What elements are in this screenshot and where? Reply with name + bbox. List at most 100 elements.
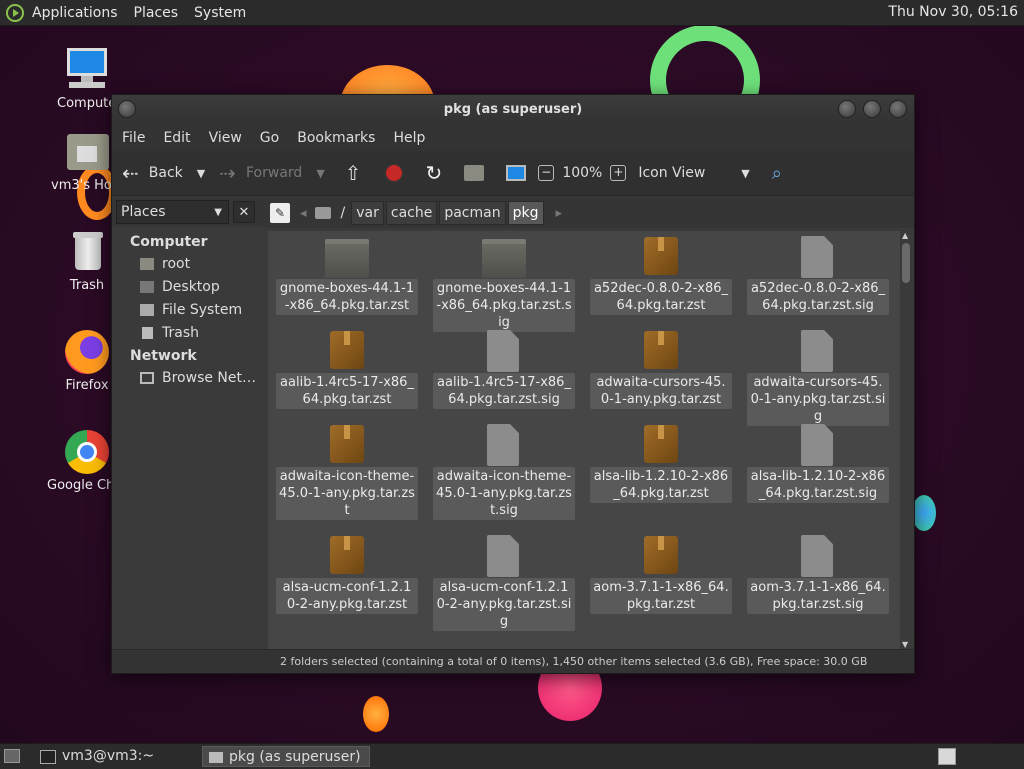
package-icon bbox=[590, 423, 732, 467]
scrollbar[interactable]: ▲ ▼ bbox=[900, 231, 912, 649]
breadcrumb-root[interactable]: / bbox=[337, 202, 350, 224]
trash-icon bbox=[63, 228, 111, 276]
taskbar-item-label: pkg (as superuser) bbox=[229, 749, 361, 765]
sidebar-item-trash[interactable]: Trash bbox=[112, 322, 266, 345]
up-button[interactable]: ⇧ bbox=[345, 161, 362, 185]
back-button[interactable]: ⇠ Back bbox=[122, 157, 183, 189]
computer-button[interactable] bbox=[506, 165, 527, 181]
scrollbar-thumb[interactable] bbox=[902, 243, 910, 283]
zoom-in-button[interactable]: + bbox=[610, 165, 627, 181]
stop-button[interactable] bbox=[383, 163, 404, 183]
file-item[interactable]: gnome-boxes-44.1-1-x86_64.pkg.tar.zst.si… bbox=[433, 235, 575, 332]
file-item-label: alsa-ucm-conf-1.2.10-2-any.pkg.tar.zst bbox=[276, 578, 418, 614]
document-icon bbox=[747, 329, 889, 373]
back-label: Back bbox=[148, 165, 183, 181]
file-item[interactable]: adwaita-icon-theme-45.0-1-any.pkg.tar.zs… bbox=[276, 423, 418, 520]
file-item[interactable]: gnome-boxes-44.1-1-x86_64.pkg.tar.zst bbox=[276, 235, 418, 315]
clock[interactable]: Thu Nov 30, 05:16 bbox=[888, 4, 1018, 20]
breadcrumb-pacman[interactable]: pacman bbox=[439, 201, 506, 225]
taskbar-item-file-manager[interactable]: pkg (as superuser) bbox=[202, 746, 370, 767]
window-titlebar[interactable]: pkg (as superuser) bbox=[112, 95, 914, 125]
sidebar-item-filesystem[interactable]: File System bbox=[112, 299, 266, 322]
sidebar-item-browse-network[interactable]: Browse Net… bbox=[112, 367, 266, 390]
close-button[interactable] bbox=[889, 100, 907, 118]
back-history-dropdown[interactable]: ▼ bbox=[197, 167, 205, 180]
sidebar-item-root[interactable]: root bbox=[112, 253, 266, 276]
desktop-icon-label: Google Chrome bbox=[47, 478, 113, 493]
arrow-left-icon: ⇠ bbox=[122, 161, 139, 185]
file-item[interactable]: alsa-ucm-conf-1.2.10-2-any.pkg.tar.zst bbox=[276, 534, 418, 614]
workspace-switcher[interactable] bbox=[938, 748, 956, 765]
package-icon bbox=[590, 329, 732, 373]
sidebar-close-button[interactable]: ✕ bbox=[233, 201, 255, 223]
menu-file[interactable]: File bbox=[116, 130, 157, 146]
document-icon bbox=[433, 423, 575, 467]
path-scroll-left[interactable]: ◂ bbox=[300, 206, 307, 221]
sidebar-item-desktop[interactable]: Desktop bbox=[112, 276, 266, 299]
menu-edit[interactable]: Edit bbox=[157, 130, 202, 146]
document-icon bbox=[747, 423, 889, 467]
taskbar-item-terminal[interactable]: vm3@vm3:~ bbox=[36, 746, 198, 767]
window-title: pkg (as superuser) bbox=[443, 102, 583, 117]
file-item[interactable]: aom-3.7.1-1-x86_64.pkg.tar.zst.sig bbox=[747, 534, 889, 614]
file-item[interactable]: aalib-1.4rc5-17-x86_64.pkg.tar.zst.sig bbox=[433, 329, 575, 409]
sidebar-section-network: Network bbox=[130, 348, 197, 364]
desktop-folder-icon bbox=[140, 281, 154, 293]
breadcrumb-var[interactable]: var bbox=[351, 201, 384, 225]
sidebar-item-label: root bbox=[162, 256, 191, 272]
file-item[interactable]: a52dec-0.8.0-2-x86_64.pkg.tar.zst.sig bbox=[747, 235, 889, 315]
edit-location-button[interactable]: ✎ bbox=[270, 203, 290, 223]
scroll-up-arrow[interactable]: ▲ bbox=[902, 231, 908, 240]
chrome-icon bbox=[63, 428, 111, 476]
home-button[interactable] bbox=[464, 165, 485, 181]
bottom-panel: vm3@vm3:~ pkg (as superuser) bbox=[0, 743, 1024, 769]
forward-button[interactable]: ⇢ Forward bbox=[219, 157, 302, 189]
minimize-button[interactable] bbox=[838, 100, 856, 118]
terminal-icon bbox=[40, 750, 56, 764]
menu-go[interactable]: Go bbox=[254, 130, 291, 146]
file-item[interactable]: aalib-1.4rc5-17-x86_64.pkg.tar.zst bbox=[276, 329, 418, 409]
zoom-out-button[interactable]: − bbox=[538, 165, 555, 181]
decor-blue-blob bbox=[912, 495, 936, 531]
file-icon-view[interactable]: gnome-boxes-44.1-1-x86_64.pkg.tar.zst gno… bbox=[268, 231, 908, 649]
path-scroll-right[interactable]: ▸ bbox=[556, 206, 563, 221]
computer-icon bbox=[63, 46, 111, 94]
document-icon bbox=[433, 534, 575, 578]
sidebar-type-select[interactable]: Places ▼ bbox=[116, 200, 229, 224]
file-item[interactable]: alsa-ucm-conf-1.2.10-2-any.pkg.tar.zst.s… bbox=[433, 534, 575, 631]
menu-bookmarks[interactable]: Bookmarks bbox=[291, 130, 387, 146]
chevron-down-icon: ▼ bbox=[741, 166, 750, 180]
reload-button[interactable]: ↻ bbox=[426, 161, 443, 185]
drive-icon[interactable] bbox=[314, 207, 331, 219]
menu-places[interactable]: Places bbox=[126, 5, 187, 21]
home-folder-icon bbox=[63, 128, 111, 176]
network-icon bbox=[140, 372, 154, 384]
places-sidebar: Computer root Desktop File System Trash … bbox=[112, 227, 266, 649]
file-item[interactable]: adwaita-cursors-45.0-1-any.pkg.tar.zst.s… bbox=[747, 329, 889, 426]
file-item[interactable]: adwaita-icon-theme-45.0-1-any.pkg.tar.zs… bbox=[433, 423, 575, 520]
file-item-label: alsa-ucm-conf-1.2.10-2-any.pkg.tar.zst.s… bbox=[433, 578, 575, 631]
file-item[interactable]: aom-3.7.1-1-x86_64.pkg.tar.zst bbox=[590, 534, 732, 614]
menu-system[interactable]: System bbox=[186, 5, 254, 21]
file-item[interactable]: alsa-lib-1.2.10-2-x86_64.pkg.tar.zst.sig bbox=[747, 423, 889, 503]
scroll-down-arrow[interactable]: ▼ bbox=[902, 640, 908, 649]
breadcrumb-cache[interactable]: cache bbox=[385, 201, 438, 225]
file-item[interactable]: alsa-lib-1.2.10-2-x86_64.pkg.tar.zst bbox=[590, 423, 732, 503]
menu-applications[interactable]: Applications bbox=[24, 5, 126, 21]
file-item[interactable]: a52dec-0.8.0-2-x86_64.pkg.tar.zst bbox=[590, 235, 732, 315]
package-icon bbox=[276, 423, 418, 467]
location-bar: Places ▼ ✕ ✎ ◂ / var cache pacman pkg ▸ bbox=[112, 196, 914, 228]
menu-help[interactable]: Help bbox=[387, 130, 437, 146]
distro-logo-icon[interactable] bbox=[6, 3, 24, 22]
file-item[interactable]: adwaita-cursors-45.0-1-any.pkg.tar.zst bbox=[590, 329, 732, 409]
maximize-button[interactable] bbox=[863, 100, 881, 118]
forward-history-dropdown[interactable]: ▼ bbox=[316, 167, 324, 180]
view-mode-select[interactable]: Icon View ▼ bbox=[638, 165, 749, 181]
breadcrumb-pkg[interactable]: pkg bbox=[507, 201, 544, 225]
firefox-icon bbox=[63, 328, 111, 376]
file-item-label: gnome-boxes-44.1-1-x86_64.pkg.tar.zst.si… bbox=[433, 279, 575, 332]
show-desktop-button[interactable] bbox=[4, 749, 20, 763]
menu-view[interactable]: View bbox=[203, 130, 254, 146]
search-button[interactable]: ⌕ bbox=[772, 163, 782, 184]
folder-icon bbox=[209, 752, 223, 763]
